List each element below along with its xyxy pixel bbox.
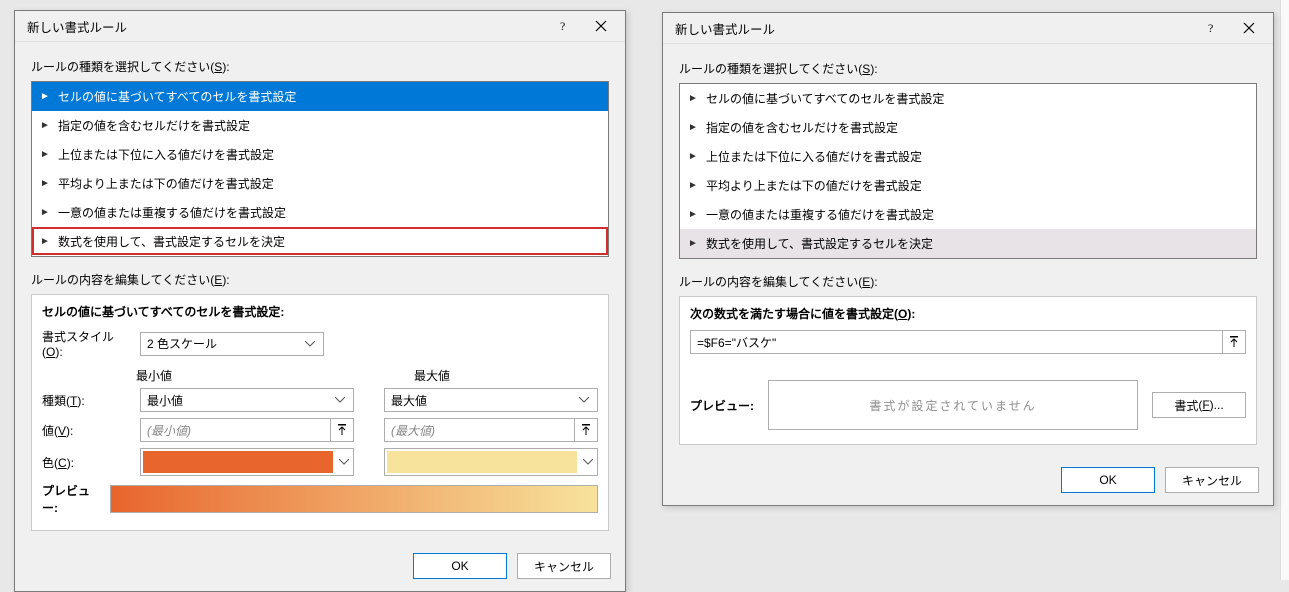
formula-input[interactable]: =$F6="バスケ" [690,330,1223,354]
group-title: セルの値に基づいてすべてのセルを書式設定: [42,303,598,320]
titlebar: 新しい書式ルール ? [15,11,625,42]
arrow-icon: ► [688,209,700,220]
rule-type-item[interactable]: ►セルの値に基づいてすべてのセルを書式設定 [32,82,608,111]
min-color-select[interactable] [140,448,354,476]
rule-edit-group: 次の数式を満たす場合に値を書式設定(O): =$F6="バスケ" プレビュー: … [679,296,1257,445]
rule-type-item[interactable]: ►上位または下位に入る値だけを書式設定 [680,142,1256,171]
rule-type-list[interactable]: ►セルの値に基づいてすべてのセルを書式設定 ►指定の値を含むセルだけを書式設定 … [31,81,609,257]
rule-type-item[interactable]: ►平均より上または下の値だけを書式設定 [680,171,1256,200]
new-rule-dialog-right: 新しい書式ルール ? ルールの種類を選択してください(S): ►セルの値に基づい… [662,12,1274,506]
range-select-button[interactable] [574,418,598,442]
help-button[interactable]: ? [545,13,581,39]
select-rule-label: ルールの種類を選択してください(S): [679,60,1257,77]
edit-rule-label: ルールの内容を編集してください(E): [31,271,609,288]
max-color-select[interactable] [384,448,598,476]
new-rule-dialog-left: 新しい書式ルール ? ルールの種類を選択してください(S): ►セルの値に基づい… [14,10,626,592]
rule-type-list[interactable]: ►セルの値に基づいてすべてのセルを書式設定 ►指定の値を含むセルだけを書式設定 … [679,83,1257,259]
rule-type-item[interactable]: ►一意の値または重複する値だけを書式設定 [32,198,608,227]
chevron-down-icon [577,397,591,403]
rule-type-item[interactable]: ►上位または下位に入る値だけを書式設定 [32,140,608,169]
select-rule-label: ルールの種類を選択してください(S): [31,58,609,75]
dialog-title: 新しい書式ルール [27,17,127,36]
min-value-input[interactable]: (最小値) [140,418,331,442]
help-button[interactable]: ? [1193,15,1229,41]
arrow-icon: ► [40,178,52,189]
cancel-button[interactable]: キャンセル [1165,467,1259,493]
arrow-icon: ► [40,91,52,102]
format-style-select[interactable]: 2 色スケール [140,332,324,356]
rule-edit-group: セルの値に基づいてすべてのセルを書式設定: 書式スタイル(O): 2 色スケール… [31,294,609,531]
rule-type-item[interactable]: ►一意の値または重複する値だけを書式設定 [680,200,1256,229]
preview-label: プレビュー: [42,482,102,516]
format-button[interactable]: 書式(F)... [1152,392,1246,418]
chevron-down-icon [303,341,317,347]
group-title: 次の数式を満たす場合に値を書式設定(O): [690,305,1246,322]
close-button[interactable] [1231,15,1267,41]
preview-gradient [110,485,598,513]
arrow-icon: ► [688,122,700,133]
max-type-select[interactable]: 最大値 [384,388,598,412]
max-value-input[interactable]: (最大値) [384,418,575,442]
min-header: 最小値 [136,367,336,384]
close-button[interactable] [583,13,619,39]
rule-type-item[interactable]: ►平均より上または下の値だけを書式設定 [32,169,608,198]
edit-rule-label: ルールの内容を編集してください(E): [679,273,1257,290]
arrow-icon: ► [688,93,700,104]
max-header: 最大値 [414,367,450,384]
color-label: 色(C): [42,454,132,471]
ok-button[interactable]: OK [413,553,507,579]
rule-type-item[interactable]: ►数式を使用して、書式設定するセルを決定 [680,229,1256,258]
rule-type-item[interactable]: ►セルの値に基づいてすべてのセルを書式設定 [680,84,1256,113]
arrow-icon: ► [40,149,52,160]
arrow-icon: ► [688,180,700,191]
min-type-select[interactable]: 最小値 [140,388,354,412]
preview-label: プレビュー: [690,397,754,414]
value-label: 値(V): [42,422,132,439]
range-select-button[interactable] [330,418,354,442]
arrow-icon: ► [688,151,700,162]
arrow-icon: ► [40,236,52,247]
svg-text:?: ? [560,20,565,32]
titlebar: 新しい書式ルール ? [663,13,1273,44]
rule-type-item[interactable]: ►指定の値を含むセルだけを書式設定 [680,113,1256,142]
rule-type-item[interactable]: ►指定の値を含むセルだけを書式設定 [32,111,608,140]
chevron-down-icon [581,459,595,465]
cancel-button[interactable]: キャンセル [517,553,611,579]
dialog-title: 新しい書式ルール [675,19,775,38]
arrow-icon: ► [40,120,52,131]
style-label: 書式スタイル(O): [42,328,132,359]
arrow-icon: ► [688,238,700,249]
chevron-down-icon [333,397,347,403]
chevron-down-icon [337,459,351,465]
rule-type-item[interactable]: ►数式を使用して、書式設定するセルを決定 [32,227,608,256]
preview-box: 書式が設定されていません [768,380,1138,430]
range-select-button[interactable] [1222,330,1246,354]
svg-text:?: ? [1208,22,1213,34]
ok-button[interactable]: OK [1061,467,1155,493]
arrow-icon: ► [40,207,52,218]
type-label: 種類(T): [42,392,132,409]
